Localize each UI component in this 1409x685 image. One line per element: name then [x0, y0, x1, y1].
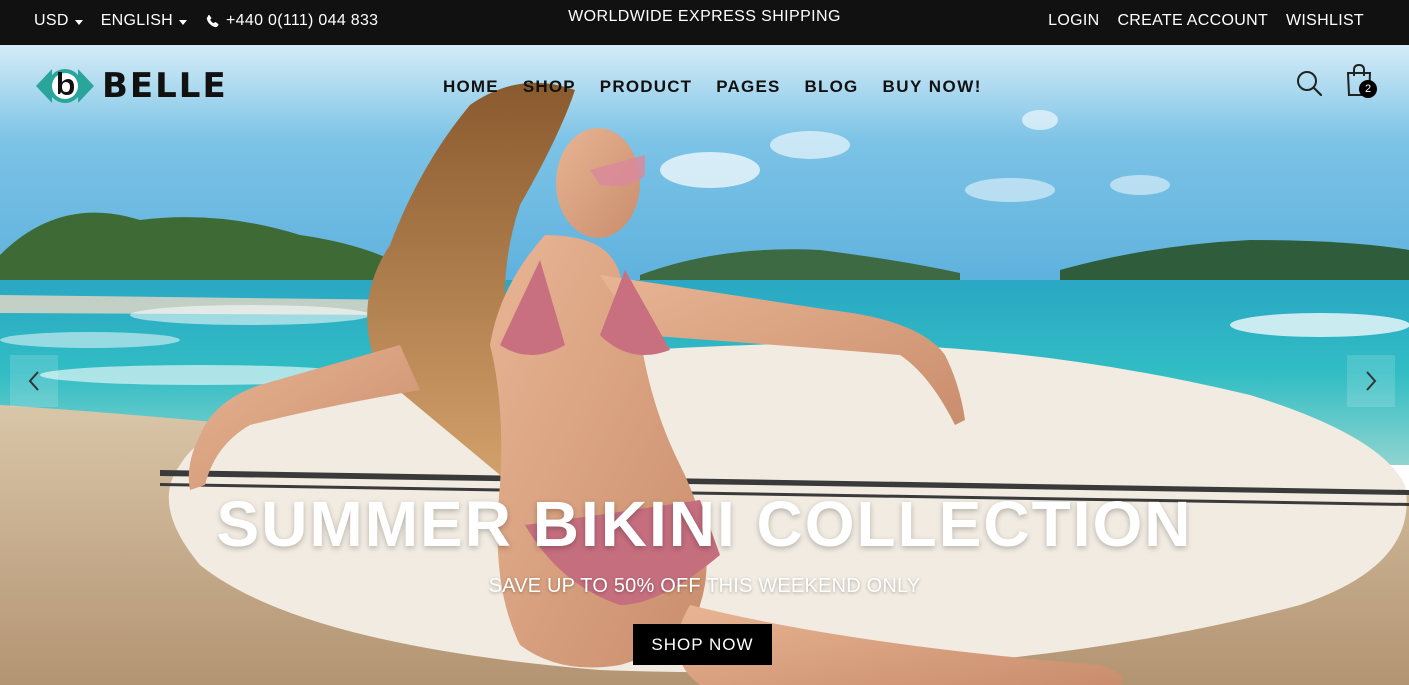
- wishlist-link[interactable]: WISHLIST: [1286, 12, 1364, 30]
- belle-logo-icon: [36, 69, 94, 103]
- nav-shop[interactable]: SHOP: [523, 77, 576, 97]
- cart-count-badge: 2: [1359, 80, 1377, 98]
- nav-buy-now[interactable]: BUY NOW!: [882, 77, 982, 97]
- shop-now-button[interactable]: SHOP NOW: [633, 624, 772, 665]
- main-navigation: HOME SHOP PRODUCT PAGES BLOG BUY NOW!: [443, 77, 1006, 97]
- slide-title: SUMMER BIKINI COLLECTION: [216, 488, 1193, 560]
- nav-pages[interactable]: PAGES: [716, 77, 780, 97]
- brand-logo[interactable]: BELLE: [34, 63, 228, 109]
- slider-prev-button[interactable]: [10, 355, 58, 407]
- slider-next-button[interactable]: [1347, 355, 1395, 407]
- top-bar: USD ENGLISH +440 0(111) 044 833 WORLDWID…: [0, 0, 1409, 45]
- chevron-right-icon: [1366, 371, 1377, 391]
- account-links: LOGIN CREATE ACCOUNT WISHLIST: [1030, 12, 1364, 30]
- slide-subtitle: SAVE UP TO 50% OFF THIS WEEKEND ONLY: [488, 575, 921, 597]
- logo-text: BELLE: [102, 66, 228, 106]
- chevron-left-icon: [28, 371, 39, 391]
- nav-product[interactable]: PRODUCT: [600, 77, 692, 97]
- hero-slider: BELLE HOME SHOP PRODUCT PAGES BLOG BUY N…: [0, 45, 1409, 685]
- nav-home[interactable]: HOME: [443, 77, 499, 97]
- search-icon[interactable]: [1295, 69, 1323, 97]
- nav-blog[interactable]: BLOG: [805, 77, 859, 97]
- create-account-link[interactable]: CREATE ACCOUNT: [1117, 12, 1268, 30]
- login-link[interactable]: LOGIN: [1048, 12, 1099, 30]
